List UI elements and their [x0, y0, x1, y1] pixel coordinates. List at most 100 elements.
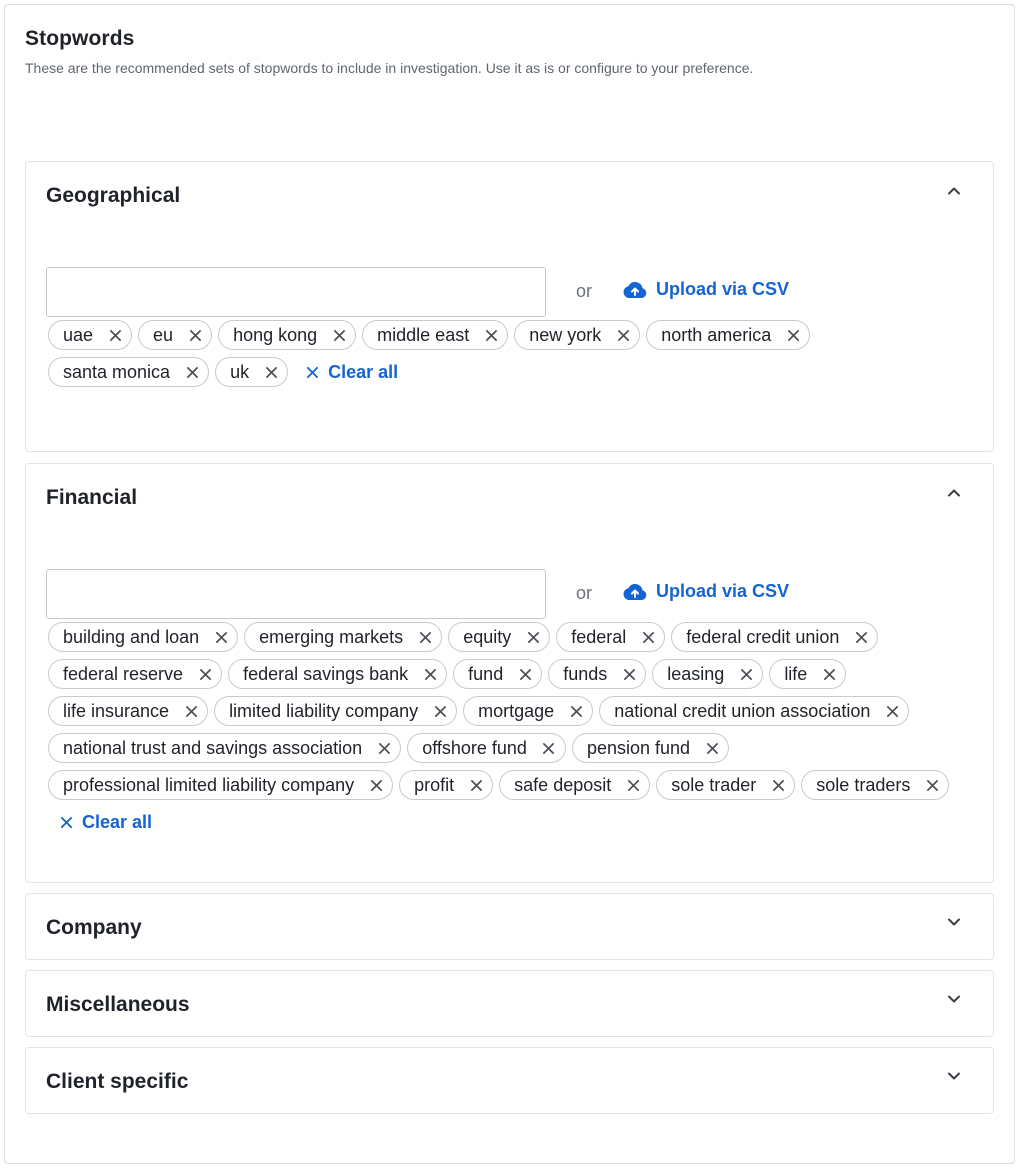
- close-icon[interactable]: [422, 666, 438, 682]
- stopword-chip-label: building and loan: [63, 626, 200, 647]
- stopword-chip: santa monica: [48, 357, 210, 387]
- stopword-chip-label: limited liability company: [229, 700, 419, 721]
- stopword-chip-label: uk: [230, 361, 250, 382]
- close-icon[interactable]: [368, 777, 384, 793]
- close-icon[interactable]: [738, 666, 754, 682]
- stopword-chip: profit: [399, 770, 494, 800]
- chevron-down-icon[interactable]: [943, 911, 965, 933]
- close-icon[interactable]: [541, 740, 557, 756]
- close-icon[interactable]: [568, 703, 584, 719]
- close-icon[interactable]: [417, 629, 433, 645]
- stopwords-panel: Stopwords These are the recommended sets…: [4, 4, 1015, 1164]
- upload-csv-button-geographical[interactable]: Upload via CSV: [622, 279, 789, 300]
- stopword-chip: sole trader: [656, 770, 796, 800]
- stopword-chip: federal credit union: [671, 622, 879, 652]
- chevron-up-icon[interactable]: [943, 180, 965, 202]
- stopword-chip-label: life insurance: [63, 700, 170, 721]
- stopword-chip: safe deposit: [499, 770, 651, 800]
- close-icon[interactable]: [640, 629, 656, 645]
- stopword-chip-label: equity: [463, 626, 512, 647]
- stopword-chip-label: north america: [661, 324, 772, 345]
- stopword-chip: middle east: [362, 320, 509, 350]
- close-icon[interactable]: [432, 703, 448, 719]
- stopword-chip: limited liability company: [214, 696, 458, 726]
- close-icon[interactable]: [483, 327, 499, 343]
- close-icon[interactable]: [183, 703, 199, 719]
- section-title-company: Company: [46, 916, 142, 939]
- stopword-chip-label: life: [784, 663, 808, 684]
- close-icon[interactable]: [184, 364, 200, 380]
- clear-all-label: Clear all: [82, 811, 153, 832]
- stopword-chip-label: funds: [563, 663, 608, 684]
- section-client-specific[interactable]: Client specific: [25, 1047, 994, 1114]
- section-title-geographical: Geographical: [46, 184, 181, 207]
- close-icon[interactable]: [704, 740, 720, 756]
- stopword-chip-label: federal savings bank: [243, 663, 409, 684]
- section-title-financial: Financial: [46, 486, 138, 509]
- stopword-chip-label: federal reserve: [63, 663, 184, 684]
- stopword-chip-label: national trust and savings association: [63, 737, 363, 758]
- close-icon[interactable]: [517, 666, 533, 682]
- geographical-stopword-input[interactable]: [46, 267, 546, 317]
- stopword-chip: hong kong: [218, 320, 357, 350]
- close-icon[interactable]: [884, 703, 900, 719]
- or-label: or: [576, 583, 593, 603]
- stopword-chip-label: mortgage: [478, 700, 555, 721]
- close-icon[interactable]: [468, 777, 484, 793]
- section-miscellaneous[interactable]: Miscellaneous: [25, 970, 994, 1037]
- close-icon[interactable]: [331, 327, 347, 343]
- chevron-up-icon[interactable]: [943, 482, 965, 504]
- stopword-chip: fund: [453, 659, 543, 689]
- close-icon[interactable]: [213, 629, 229, 645]
- stopword-chip: national trust and savings association: [48, 733, 402, 763]
- close-icon[interactable]: [525, 629, 541, 645]
- stopword-chip: mortgage: [463, 696, 594, 726]
- close-icon[interactable]: [615, 327, 631, 343]
- close-icon[interactable]: [107, 327, 123, 343]
- chevron-down-icon[interactable]: [943, 988, 965, 1010]
- close-icon[interactable]: [187, 327, 203, 343]
- stopword-chip-label: profit: [414, 774, 455, 795]
- chevron-down-icon[interactable]: [943, 1065, 965, 1087]
- close-icon[interactable]: [853, 629, 869, 645]
- close-icon[interactable]: [821, 666, 837, 682]
- close-icon[interactable]: [621, 666, 637, 682]
- page-title: Stopwords: [25, 27, 135, 50]
- close-icon[interactable]: [924, 777, 940, 793]
- stopword-chip: eu: [138, 320, 213, 350]
- upload-csv-button-financial[interactable]: Upload via CSV: [622, 581, 789, 602]
- section-company[interactable]: Company: [25, 893, 994, 960]
- close-icon[interactable]: [785, 327, 801, 343]
- stopword-chip: funds: [548, 659, 647, 689]
- stopword-chip: federal reserve: [48, 659, 223, 689]
- stopword-chip: uae: [48, 320, 133, 350]
- clear-all-button[interactable]: Clear all: [294, 357, 404, 387]
- stopword-chip: emerging markets: [244, 622, 443, 652]
- stopword-chip-label: pension fund: [586, 737, 691, 758]
- stopword-chip: leasing: [652, 659, 764, 689]
- stopword-chip: sole traders: [801, 770, 950, 800]
- stopword-chip: national credit union association: [599, 696, 910, 726]
- close-icon[interactable]: [197, 666, 213, 682]
- or-label: or: [576, 281, 593, 301]
- stopword-chip-label: uae: [63, 324, 94, 345]
- chip-list-geographical: uae eu hong kong middle east new york north a…: [48, 320, 973, 387]
- stopword-chip-label: new york: [529, 324, 602, 345]
- close-icon[interactable]: [770, 777, 786, 793]
- stopword-chip-label: middle east: [377, 324, 470, 345]
- upload-csv-label: Upload via CSV: [656, 581, 790, 601]
- stopword-chip: federal savings bank: [228, 659, 448, 689]
- clear-all-button[interactable]: Clear all: [48, 807, 158, 837]
- close-icon[interactable]: [625, 777, 641, 793]
- stopword-chip-label: safe deposit: [514, 774, 612, 795]
- stopword-chip-label: sole traders: [816, 774, 911, 795]
- stopword-chip-label: santa monica: [63, 361, 171, 382]
- stopword-chip-label: federal: [571, 626, 627, 647]
- section-geographical: Geographical or Upload via CSV uae eu hong…: [25, 161, 994, 452]
- close-icon[interactable]: [263, 364, 279, 380]
- stopword-chip-label: fund: [468, 663, 504, 684]
- upload-csv-label: Upload via CSV: [656, 279, 790, 299]
- stopword-chip-label: emerging markets: [259, 626, 404, 647]
- close-icon[interactable]: [376, 740, 392, 756]
- financial-stopword-input[interactable]: [46, 569, 546, 619]
